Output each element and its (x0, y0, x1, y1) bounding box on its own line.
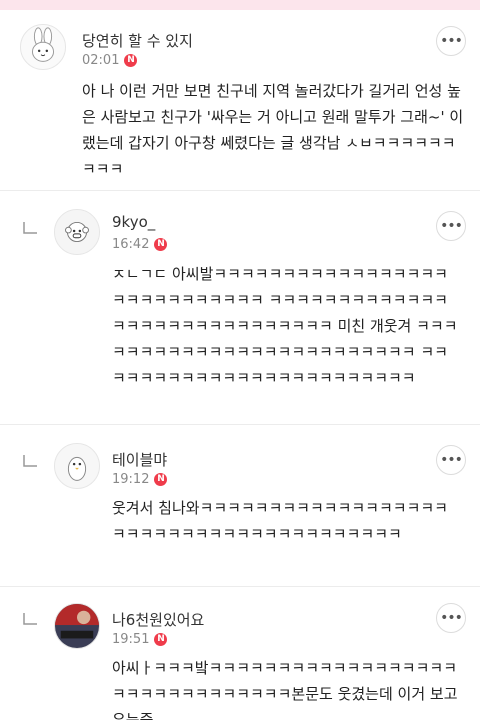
comment-item: 테이블먀 19:12 N ••• 웃겨서 침나와ㅋㅋㅋㅋㅋㅋㅋㅋㅋㅋㅋㅋㅋㅋㅋㅋ… (0, 425, 480, 585)
nickname[interactable]: 당연히 할 수 있지 (82, 30, 193, 51)
comment-meta: 16:42 N (112, 237, 168, 252)
nickname[interactable]: 테이블먀 (112, 449, 167, 470)
new-badge-icon: N (154, 633, 168, 646)
timestamp: 19:12 (112, 472, 150, 487)
new-badge-icon: N (154, 238, 168, 251)
comment-text: 웃겨서 침나와ㅋㅋㅋㅋㅋㅋㅋㅋㅋㅋㅋㅋㅋㅋㅋㅋㅋㅋㅋㅋㅋㅋㅋㅋㅋㅋㅋㅋㅋㅋㅋㅋㅋ… (112, 499, 448, 543)
comment-text: ㅈㄴㄱㄷ 아씨발ㅋㅋㅋㅋㅋㅋㅋㅋㅋㅋㅋㅋㅋㅋㅋㅋㅋㅋㅋㅋㅋㅋㅋㅋㅋㅋㅋㅋ ㅋㅋㅋ… (112, 265, 458, 387)
reply-arrow-icon (23, 222, 37, 234)
comment-meta: 19:51 N (112, 632, 168, 647)
avatar[interactable] (20, 24, 66, 70)
avatar[interactable] (54, 443, 100, 489)
timestamp: 16:42 (112, 237, 150, 252)
comment-meta: 19:12 N (112, 472, 168, 487)
nickname[interactable]: 나6천원있어요 (112, 609, 204, 630)
more-options-button[interactable]: ••• (436, 445, 466, 475)
comment-text: 아 나 이런 거만 보면 친구네 지역 놀러갔다가 길거리 언성 높은 사람보고… (82, 82, 464, 178)
comment-item: 당연히 할 수 있지 02:01 N ••• 아 나 이런 거만 보면 친구네 … (0, 0, 480, 190)
reply-arrow-icon (23, 455, 37, 467)
monkey-avatar-icon (55, 210, 99, 254)
new-badge-icon: N (124, 54, 138, 67)
comment-item: 나6천원있어요 19:51 N ••• 아씨ㅏㅋㅋㅋ밬ㅋㅋㅋㅋㅋㅋㅋㅋㅋㅋㅋㅋㅋ… (0, 587, 480, 720)
reply-arrow-icon (23, 613, 37, 625)
penguin-avatar-icon (55, 444, 99, 488)
more-options-button[interactable]: ••• (436, 603, 466, 633)
photo-avatar-icon (55, 604, 99, 648)
avatar[interactable] (54, 209, 100, 255)
new-badge-icon: N (154, 473, 168, 486)
timestamp: 19:51 (112, 632, 150, 647)
more-options-button[interactable]: ••• (436, 26, 466, 56)
timestamp: 02:01 (82, 53, 120, 68)
comment-text: 아씨ㅏㅋㅋㅋ밬ㅋㅋㅋㅋㅋㅋㅋㅋㅋㅋㅋㅋㅋㅋㅋㅋㅋㅋㅋㅋㅋㅋㅋㅋㅋㅋㅋㅋㅋㅋㅋ본문… (112, 659, 458, 720)
nickname[interactable]: 9kyo_ (112, 213, 155, 231)
comment-meta: 02:01 N (82, 53, 138, 68)
more-options-button[interactable]: ••• (436, 211, 466, 241)
avatar[interactable] (54, 603, 100, 649)
rabbit-avatar-icon (21, 25, 65, 69)
comment-item: 9kyo_ 16:42 N ••• ㅈㄴㄱㄷ 아씨발ㅋㅋㅋㅋㅋㅋㅋㅋㅋㅋㅋㅋㅋㅋ… (0, 191, 480, 423)
